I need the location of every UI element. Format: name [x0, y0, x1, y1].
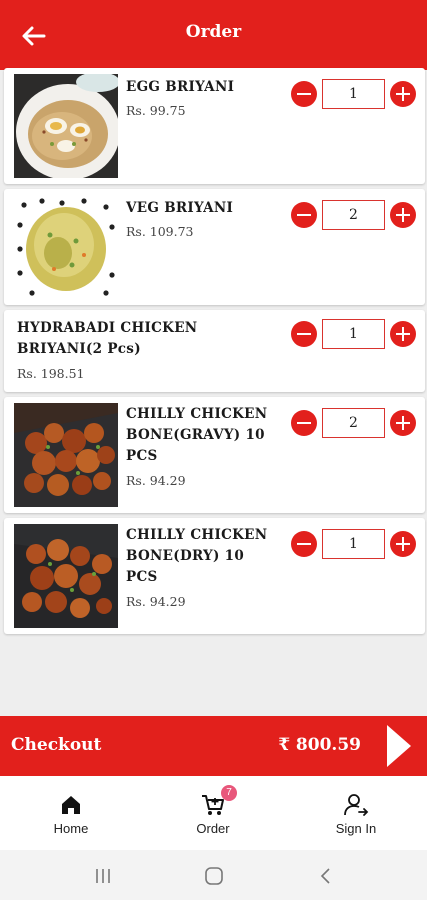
item-price: Rs. 99.75 — [126, 103, 186, 118]
nav-label: Home — [53, 821, 89, 836]
nav-sign-in[interactable]: Sign In — [285, 776, 427, 850]
nav-order[interactable]: 7 Order — [142, 776, 284, 850]
item-name: CHILLY CHICKEN BONE(GRAVY) 10 PCS — [126, 404, 267, 467]
home-circle-icon[interactable] — [203, 865, 225, 887]
back-chevron-icon[interactable] — [315, 865, 337, 887]
item-price: Rs. 94.29 — [126, 473, 186, 488]
item-name-line: PCS — [126, 448, 158, 464]
item-price: Rs. 198.51 — [17, 366, 85, 381]
decrease-quantity-button[interactable] — [291, 410, 317, 436]
decrease-quantity-button[interactable] — [291, 202, 317, 228]
item-name: VEG BRIYANI — [126, 198, 233, 219]
increase-quantity-button[interactable] — [390, 410, 416, 436]
order-item-card: CHILLY CHICKEN BONE(GRAVY) 10 PCS Rs. 94… — [4, 397, 425, 513]
order-item-card: CHILLY CHICKEN BONE(DRY) 10 PCS Rs. 94.2… — [4, 518, 425, 634]
decrease-quantity-button[interactable] — [291, 321, 317, 347]
item-name-line: CHILLY CHICKEN — [126, 406, 268, 422]
recents-icon[interactable] — [92, 865, 114, 887]
item-name-line: PCS — [126, 569, 158, 585]
quantity-field[interactable]: 1 — [322, 529, 385, 559]
person-signin-icon — [344, 794, 369, 816]
bottom-navigation: Home 7 Order Sign In — [0, 776, 427, 850]
chilly-chicken-gravy-image — [14, 403, 118, 507]
chilly-chicken-dry-image — [14, 524, 118, 628]
order-item-card: EGG BRIYANI Rs. 99.75 1 — [4, 68, 425, 184]
checkout-button[interactable]: Checkout ₹ 800.59 — [0, 716, 427, 776]
quantity-field[interactable]: 1 — [322, 319, 385, 349]
home-icon — [62, 796, 80, 814]
quantity-field[interactable]: 2 — [322, 408, 385, 438]
checkout-label: Checkout — [11, 735, 102, 755]
item-name-line: CHILLY CHICKEN — [126, 527, 268, 543]
increase-quantity-button[interactable] — [390, 81, 416, 107]
increase-quantity-button[interactable] — [390, 202, 416, 228]
quantity-field[interactable]: 1 — [322, 79, 385, 109]
item-name-line: HYDRABADI CHICKEN — [17, 320, 198, 336]
order-item-card: HYDRABADI CHICKEN BRIYANI(2 Pcs) Rs. 198… — [4, 310, 425, 392]
item-name-line: VEG BRIYANI — [126, 200, 234, 216]
item-name-line: BRIYANI(2 Pcs) — [17, 341, 141, 357]
item-name-line: BONE(DRY) 10 — [126, 548, 245, 564]
item-price: Rs. 94.29 — [126, 594, 186, 609]
item-name: EGG BRIYANI — [126, 77, 234, 98]
order-item-card: VEG BRIYANI Rs. 109.73 2 — [4, 189, 425, 305]
veg-briyani-image — [14, 195, 118, 299]
item-price: Rs. 109.73 — [126, 224, 194, 239]
system-navigation-bar — [0, 850, 427, 900]
decrease-quantity-button[interactable] — [291, 531, 317, 557]
egg-briyani-image — [14, 74, 118, 178]
checkout-total: ₹ 800.59 — [278, 735, 361, 755]
nav-label: Order — [196, 821, 230, 836]
cart-count-badge: 7 — [221, 785, 237, 801]
increase-quantity-button[interactable] — [390, 531, 416, 557]
page-title: Order — [185, 22, 242, 42]
item-name: CHILLY CHICKEN BONE(DRY) 10 PCS — [126, 525, 267, 588]
decrease-quantity-button[interactable] — [291, 81, 317, 107]
item-name-line: EGG BRIYANI — [126, 79, 235, 95]
play-arrow-icon — [387, 725, 411, 767]
app-bar: Order — [0, 0, 427, 70]
nav-label: Sign In — [335, 821, 377, 836]
quantity-field[interactable]: 2 — [322, 200, 385, 230]
item-name-line: BONE(GRAVY) 10 — [126, 427, 265, 443]
increase-quantity-button[interactable] — [390, 321, 416, 347]
nav-home[interactable]: Home — [0, 776, 142, 850]
item-name: HYDRABADI CHICKEN BRIYANI(2 Pcs) — [17, 318, 197, 360]
